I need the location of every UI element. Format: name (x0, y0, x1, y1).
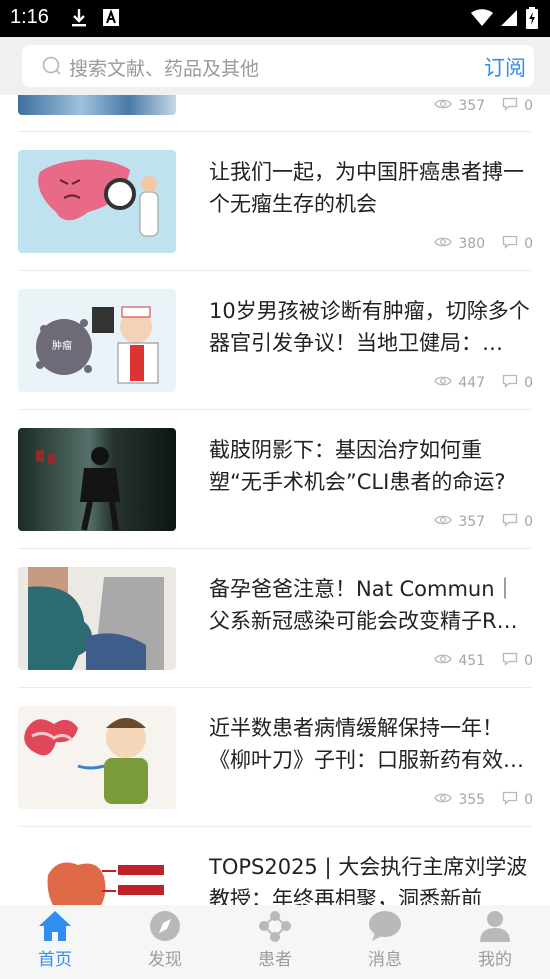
article-meta: 357 0 (434, 97, 533, 115)
tab-label: 首页 (38, 950, 72, 970)
bottom-tab-bar: 首页 发现 患者 消息 我的 (0, 905, 550, 979)
article-title[interactable]: 让我们一起，为中国肝癌患者搏一个无瘤生存的机会 (209, 156, 533, 220)
eye-icon (434, 375, 453, 391)
list-item[interactable]: 让我们一起，为中国肝癌患者搏一个无瘤生存的机会 380 0 (0, 132, 550, 271)
tab-home[interactable]: 首页 (0, 905, 110, 979)
eye-icon (434, 792, 453, 808)
article-meta: 355 0 (434, 791, 533, 809)
comment-icon (502, 513, 518, 531)
search-placeholder[interactable]: 搜索文献、药品及其他 (69, 54, 259, 81)
article-title[interactable]: 近半数患者病情缓解保持一年！《柳叶刀》子刊：口服新药有效… (209, 712, 533, 776)
tab-messages[interactable]: 消息 (330, 905, 440, 979)
article-thumbnail (18, 95, 176, 115)
comment-icon (502, 374, 518, 392)
compass-icon (147, 909, 183, 947)
status-time: 1:16 (10, 6, 49, 28)
comment-count: 0 (524, 375, 533, 391)
article-thumbnail: 肿瘤 (18, 289, 176, 392)
article-thumbnail (18, 567, 176, 670)
article-list[interactable]: 357 0 让我们一起，为中国肝癌患者搏一个无瘤生存的机会 380 0 肿瘤 1… (0, 95, 550, 905)
view-count: 451 (458, 653, 486, 669)
list-item[interactable]: 截肢阴影下：基因治疗如何重塑“无手术机会”CLI患者的命运? 357 0 (0, 410, 550, 549)
network-icon (257, 909, 293, 947)
download-icon (70, 8, 88, 32)
thumbnail-caption: 肿瘤 (52, 341, 72, 352)
eye-icon (434, 236, 453, 252)
font-icon (102, 8, 120, 32)
tab-label: 我的 (478, 950, 512, 970)
tab-label: 消息 (368, 950, 402, 970)
comment-count: 0 (524, 236, 533, 252)
article-title[interactable]: 10岁男孩被诊断有肿瘤，切除多个器官引发争议！当地卫健局：… (209, 295, 533, 359)
tab-discover[interactable]: 发现 (110, 905, 220, 979)
status-bar: 1:16 (0, 0, 550, 37)
list-item-partial[interactable]: 357 0 (0, 95, 550, 133)
article-title[interactable]: 截肢阴影下：基因治疗如何重塑“无手术机会”CLI患者的命运? (209, 434, 533, 498)
person-icon (477, 909, 513, 947)
search-bar[interactable]: 搜索文献、药品及其他 订阅 (22, 45, 534, 87)
article-thumbnail (18, 845, 176, 905)
comment-count: 0 (524, 514, 533, 530)
eye-icon (434, 653, 453, 669)
home-icon (37, 909, 73, 947)
tab-label: 患者 (258, 950, 292, 970)
article-meta: 357 0 (434, 513, 533, 531)
article-meta: 451 0 (434, 652, 533, 670)
comment-icon (502, 97, 518, 115)
view-count: 380 (458, 236, 486, 252)
eye-icon (434, 98, 453, 114)
tab-me[interactable]: 我的 (440, 905, 550, 979)
comment-count: 0 (524, 653, 533, 669)
comment-icon (502, 235, 518, 253)
article-title[interactable]: 备孕爸爸注意！Nat Commun｜父系新冠感染可能会改变精子R… (209, 573, 533, 637)
list-item[interactable]: 肿瘤 10岁男孩被诊断有肿瘤，切除多个器官引发争议！当地卫健局：… 447 0 (0, 271, 550, 410)
list-item[interactable]: 近半数患者病情缓解保持一年！《柳叶刀》子刊：口服新药有效… 355 0 (0, 688, 550, 827)
view-count: 447 (458, 375, 486, 391)
search-icon (42, 56, 62, 80)
article-thumbnail (18, 150, 176, 253)
list-item[interactable]: 备孕爸爸注意！Nat Commun｜父系新冠感染可能会改变精子R… 451 0 (0, 549, 550, 688)
signal-icon (500, 9, 518, 31)
view-count: 357 (458, 514, 486, 530)
comment-count: 0 (524, 98, 533, 114)
comment-icon (502, 791, 518, 809)
article-thumbnail (18, 428, 176, 531)
article-meta: 447 0 (434, 374, 533, 392)
tab-label: 发现 (148, 950, 182, 970)
view-count: 355 (458, 792, 486, 808)
subscribe-button[interactable]: 订阅 (484, 52, 526, 82)
article-title[interactable]: TOPS2025 | 大会执行主席刘学波教授：年终再相聚，洞悉新前 (209, 851, 533, 905)
tab-patients[interactable]: 患者 (220, 905, 330, 979)
comment-icon (502, 652, 518, 670)
eye-icon (434, 514, 453, 530)
comment-count: 0 (524, 792, 533, 808)
search-header: 搜索文献、药品及其他 订阅 (0, 37, 550, 95)
article-thumbnail (18, 706, 176, 809)
article-meta: 380 0 (434, 235, 533, 253)
chat-icon (367, 909, 403, 947)
wifi-icon (470, 9, 494, 31)
battery-icon (526, 7, 538, 33)
view-count: 357 (458, 98, 486, 114)
list-item[interactable]: TOPS2025 | 大会执行主席刘学波教授：年终再相聚，洞悉新前 (0, 827, 550, 905)
